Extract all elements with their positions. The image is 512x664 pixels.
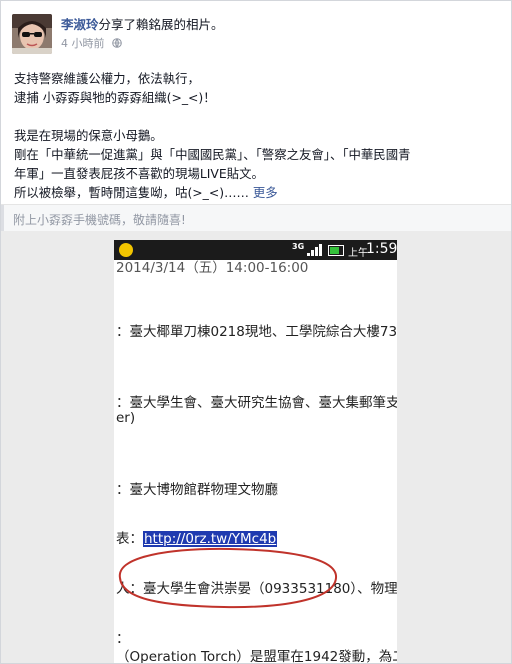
post-body: 支持警察維護公權力，依法執行， 逮捕 小孬孬與牠的孬孬組織(>_<)！ 我是在現… <box>14 69 499 202</box>
phone-text-line: 表： <box>116 531 143 547</box>
caption-text: 附上小孬孬手機號碼，敬請隨喜! <box>13 213 186 227</box>
feed-post: 李淑玲分享了賴銘展的相片。 4 小時前 支持警察維護公權力，依法執行， 逮捕 小… <box>0 0 512 664</box>
post-text-line: 逮捕 小孬孬與牠的孬孬組織(>_<)！ <box>14 90 216 105</box>
phone-text-line: 2014/3/14（五）14:00-16:00 <box>116 260 309 276</box>
post-meta: 4 小時前 <box>61 35 122 51</box>
phone-contact-line: 人：臺大學生會洪崇晏（0933531180）、物理文物 <box>116 581 397 597</box>
app-icon <box>119 243 133 257</box>
author-avatar[interactable] <box>12 14 52 54</box>
author-name[interactable]: 李淑玲 <box>61 17 99 32</box>
post-text-line: 剛在「中華統一促進黨」與「中國國民黨」、「警察之友會」、「中華民國青 <box>14 147 411 162</box>
battery-icon <box>328 245 344 256</box>
post-timestamp[interactable]: 4 小時前 <box>61 37 105 50</box>
post-text-line: 支持警察維護公權力，依法執行， <box>14 71 200 86</box>
status-ampm: 上午 <box>348 248 368 259</box>
post-text-line: 年軍」一直發表屁孩不喜歡的現場LIVE貼文。 <box>14 166 264 181</box>
status-clock: 1:59 <box>366 241 397 257</box>
post-text-line: 所以被檢舉，暫時閒這隻呦，咕(>_<)…… <box>14 185 249 200</box>
network-type: 3G <box>292 242 305 251</box>
phone-text-line: ：臺大博物館群物理文物廳 <box>116 482 278 498</box>
post-text-line: 我是在現場的保意小母鵝。 <box>14 128 163 143</box>
globe-icon[interactable] <box>112 38 122 48</box>
phone-url-link[interactable]: http://0rz.tw/YMc4b <box>143 531 278 547</box>
phone-screenshot-photo[interactable]: 3G 上午 1:59 2014/3/14（五）14:00-16:00 ：臺大椰單… <box>114 240 397 663</box>
quote-bar <box>1 205 4 231</box>
shared-photo-caption: 附上小孬孬手機號碼，敬請隨喜! <box>1 205 511 231</box>
post-header: 李淑玲分享了賴銘展的相片。 <box>61 14 224 33</box>
share-action-text: 分享了賴銘展的相片。 <box>98 17 224 32</box>
phone-text-line: er) <box>116 410 136 426</box>
signal-icon <box>307 244 322 256</box>
see-more-link[interactable]: 更多 <box>253 185 278 200</box>
phone-text-line: ：臺大學生會、臺大研究生協會、臺大集郵筆支持 <box>116 395 397 411</box>
phone-text-line: ：臺大椰單刀棟0218現地、工學院綜合大樓734當 <box>116 324 397 340</box>
phone-text-line: ： <box>116 631 130 647</box>
phone-text-line: （Operation Torch）是盟軍在1942發動，為二次 <box>116 649 397 663</box>
